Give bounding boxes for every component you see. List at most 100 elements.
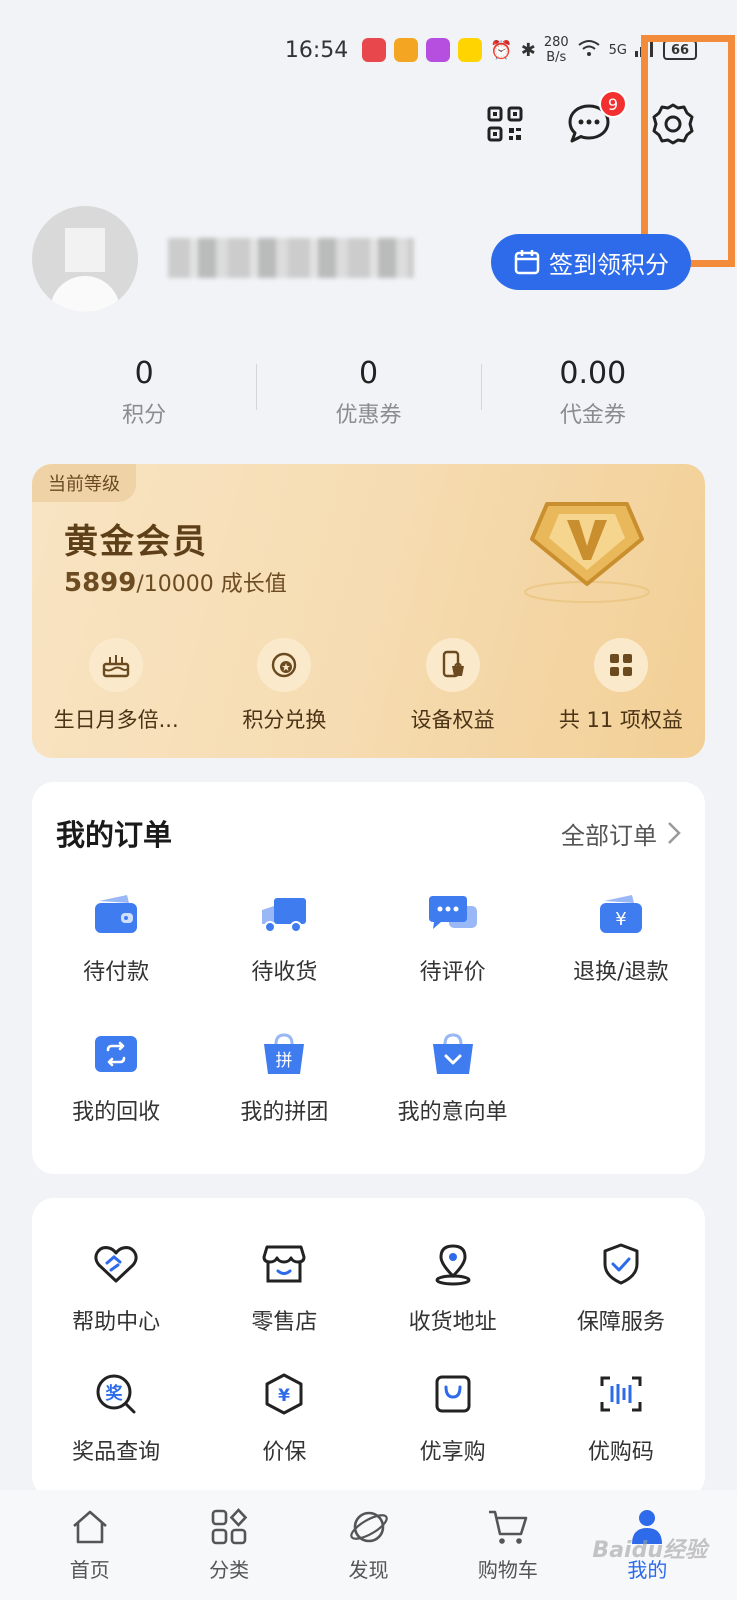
service-label: 优购码 <box>587 1440 654 1465</box>
location-icon <box>427 1238 479 1290</box>
nav-discover[interactable]: 发现 <box>299 1508 438 1583</box>
discover-icon <box>349 1511 388 1542</box>
username-redacted[interactable] <box>168 238 414 278</box>
order-label: 我的拼团 <box>240 1100 329 1125</box>
svg-text:拼: 拼 <box>276 1051 293 1071</box>
recycle-icon <box>90 1028 142 1080</box>
perk-device-benefit[interactable]: 设备权益 <box>369 638 537 734</box>
all-orders-link[interactable]: 全部订单 <box>561 816 681 851</box>
cart-icon <box>488 1510 528 1544</box>
membership-perks: 生日月多倍... 积分兑换 设备权益 共 11 项权益 <box>32 638 705 734</box>
stat-value: 0.00 <box>559 356 627 391</box>
chevron-right-icon <box>668 822 681 844</box>
scan-qr-button[interactable] <box>481 100 529 148</box>
service-help-center[interactable]: 帮助中心 <box>32 1238 200 1336</box>
intent-bag-icon <box>427 1028 479 1080</box>
service-label: 保障服务 <box>576 1310 665 1335</box>
all-orders-label: 全部订单 <box>561 821 657 850</box>
status-bar: 16:54 ⏰ ✱ 280 B/s 5G 66 <box>0 30 737 70</box>
member-level: 黄金会员 <box>64 522 208 562</box>
signin-label: 签到领积分 <box>549 250 669 279</box>
service-address[interactable]: 收货地址 <box>369 1238 537 1336</box>
gear-icon <box>652 103 694 145</box>
message-count-badge: 9 <box>599 90 627 118</box>
bluetooth-icon: ✱ <box>520 39 536 61</box>
wifi-icon <box>577 38 601 63</box>
perk-label: 积分兑换 <box>242 708 327 732</box>
order-intent-list[interactable]: 我的意向单 <box>369 1028 537 1126</box>
service-premium-shopping[interactable]: 优享购 <box>369 1368 537 1466</box>
order-pending-payment[interactable]: 待付款 <box>32 888 200 986</box>
app-notification-icon <box>458 38 483 62</box>
order-pending-delivery[interactable]: 待收货 <box>200 888 368 986</box>
order-pending-review[interactable]: 待评价 <box>369 888 537 986</box>
perk-label: 设备权益 <box>410 708 495 732</box>
home-icon <box>72 1510 107 1543</box>
shopping-bag-icon <box>427 1368 479 1420</box>
stat-label: 积分 <box>122 403 167 428</box>
price-protect-icon: ¥ <box>258 1368 310 1420</box>
messages-button[interactable]: 9 <box>565 90 627 148</box>
membership-card[interactable]: 当前等级 黄金会员 5899/10000 成长值 生日月多倍... 积分兑换 设… <box>32 464 705 758</box>
avatar[interactable] <box>32 206 138 312</box>
nav-home[interactable]: 首页 <box>20 1508 159 1583</box>
services-card: 帮助中心 零售店 收货地址 保障服务 奖 奖品查询 ¥ 价保 优享购 优购码 <box>32 1198 705 1498</box>
perk-all-benefits[interactable]: 共 11 项权益 <box>537 638 705 734</box>
orders-row-2: 我的回收 拼 我的拼团 我的意向单 <box>32 1028 705 1126</box>
app-notification-icon <box>426 38 451 62</box>
service-label: 价保 <box>262 1440 307 1465</box>
nav-category[interactable]: 分类 <box>159 1507 298 1583</box>
order-label: 退换/退款 <box>573 960 669 985</box>
service-price-protect[interactable]: ¥ 价保 <box>200 1368 368 1466</box>
service-protection[interactable]: 保障服务 <box>537 1238 705 1336</box>
orders-title: 我的订单 <box>56 818 173 852</box>
order-recycle[interactable]: 我的回收 <box>32 1028 200 1126</box>
points-exchange-icon <box>257 638 312 692</box>
stat-value: 0 <box>134 356 154 391</box>
help-heart-icon <box>90 1238 142 1290</box>
orders-row-1: 待付款 待收货 待评价 ¥ 退换/退款 <box>32 888 705 986</box>
grid-icon <box>593 638 648 692</box>
truck-icon <box>258 888 310 940</box>
stat-coupons[interactable]: 0 优惠券 <box>256 356 480 436</box>
stat-value: 0 <box>358 356 379 391</box>
svg-text:¥: ¥ <box>615 909 626 930</box>
network-speed: 280 B/s <box>543 35 569 65</box>
service-label: 零售店 <box>251 1310 318 1335</box>
service-prize-query[interactable]: 奖 奖品查询 <box>32 1368 200 1466</box>
service-purchase-code[interactable]: 优购码 <box>537 1368 705 1466</box>
store-icon <box>258 1238 310 1290</box>
stat-vouchers[interactable]: 0.00 代金券 <box>480 356 705 436</box>
nav-cart[interactable]: 购物车 <box>438 1508 577 1583</box>
perk-birthday[interactable]: 生日月多倍... <box>32 638 200 734</box>
barcode-icon <box>595 1368 647 1420</box>
order-group-buy[interactable]: 拼 我的拼团 <box>200 1028 368 1126</box>
stat-points[interactable]: 0 积分 <box>32 356 256 436</box>
order-label: 待付款 <box>83 960 150 985</box>
nav-label: 发现 <box>348 1557 389 1582</box>
settings-button[interactable] <box>649 100 697 148</box>
wallet-icon <box>90 888 142 940</box>
service-label: 优享购 <box>419 1440 486 1465</box>
service-retail-store[interactable]: 零售店 <box>200 1238 368 1336</box>
perk-points-exchange[interactable]: 积分兑换 <box>200 638 368 734</box>
order-label: 我的意向单 <box>397 1100 508 1125</box>
order-refund[interactable]: ¥ 退换/退款 <box>537 888 705 986</box>
service-label: 收货地址 <box>408 1310 497 1335</box>
alarm-icon: ⏰ <box>490 39 513 61</box>
comment-icon <box>427 888 479 940</box>
order-label: 待评价 <box>419 960 486 985</box>
orders-header: 我的订单 全部订单 <box>56 812 681 854</box>
qr-code-icon <box>487 106 523 142</box>
order-label: 我的回收 <box>72 1100 161 1125</box>
signin-button[interactable]: 签到领积分 <box>491 234 691 290</box>
prize-search-icon: 奖 <box>90 1368 142 1420</box>
status-time: 16:54 <box>284 37 349 63</box>
profile-header: 签到领积分 <box>32 206 705 316</box>
group-buy-icon: 拼 <box>258 1028 310 1080</box>
current-level-tag: 当前等级 <box>32 464 136 502</box>
baidu-watermark: Baidu经验 <box>592 1538 707 1563</box>
perk-label: 生日月多倍... <box>53 708 179 732</box>
service-label: 奖品查询 <box>72 1440 161 1465</box>
my-orders-card: 我的订单 全部订单 待付款 待收货 待评价 ¥ 退换/退款 我的回收 拼 我的拼… <box>32 782 705 1174</box>
